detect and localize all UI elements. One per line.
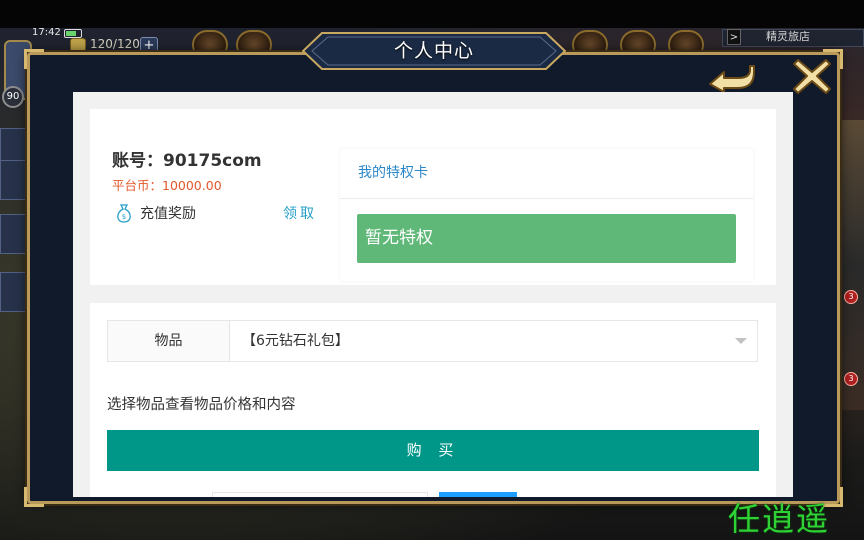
player-level-badge: 90 (2, 86, 24, 108)
notification-badge: 3 (844, 372, 858, 386)
item-select[interactable]: 物品 【6元钻石礼包】 (107, 320, 758, 362)
platform-coins: 平台币：10000.00 (112, 178, 222, 193)
frame-corner (24, 49, 44, 69)
energy-counter: 120/120 (90, 37, 140, 51)
add-energy-button[interactable]: + (140, 37, 158, 53)
account-card: 账号：90175com 平台币：10000.00 $ 充值奖励 领取 我的特权卡… (90, 109, 776, 285)
recharge-reward-row: $ 充值奖励 领取 (112, 202, 332, 224)
close-x-icon (793, 59, 831, 94)
game-screen: 17:42 90 120/120 + > 精灵旅店 3 3 个人中心 账号：90… (0, 0, 864, 540)
partial-action-button[interactable] (439, 492, 517, 497)
svg-text:$: $ (122, 213, 126, 221)
account-label: 账号： (112, 151, 163, 171)
spirit-shop-arrow-icon[interactable]: > (727, 29, 741, 45)
account-info: 账号：90175com (112, 146, 262, 171)
divider (340, 198, 753, 199)
claim-reward-link[interactable]: 领取 (283, 203, 317, 223)
dialog-title-plate: 个人中心 (302, 32, 566, 70)
no-privilege-notice: 暂无特权 (357, 214, 736, 263)
frame-corner (24, 487, 44, 507)
item-hint-text: 选择物品查看物品价格和内容 (107, 397, 296, 413)
battery-icon (64, 29, 82, 38)
privilege-card-title: 我的特权卡 (358, 165, 428, 181)
account-value: 90175com (163, 151, 262, 171)
close-button[interactable] (792, 56, 832, 96)
item-select-label: 物品 (108, 321, 230, 361)
dialog-title: 个人中心 (393, 40, 474, 62)
content-panel: 账号：90175com 平台币：10000.00 $ 充值奖励 领取 我的特权卡… (73, 92, 793, 497)
energy-icon (70, 38, 86, 52)
partial-input-field[interactable] (212, 492, 428, 497)
back-arrow-icon (709, 65, 755, 93)
money-bag-icon: $ (117, 204, 131, 223)
item-select-value[interactable]: 【6元钻石礼包】 (230, 321, 757, 361)
buy-button[interactable]: 购 买 (107, 430, 759, 471)
purchase-card: 物品 【6元钻石礼包】 选择物品查看物品价格和内容 购 买 (90, 303, 776, 497)
battery-fill (66, 31, 76, 36)
recharge-reward-label: 充值奖励 (140, 206, 196, 222)
right-side-scenery (836, 120, 864, 410)
spirit-shop-label: 精灵旅店 (766, 30, 810, 43)
watermark-logo: 任逍遥 (728, 500, 831, 538)
status-time: 17:42 (32, 27, 61, 38)
notification-badge: 3 (844, 290, 858, 304)
status-bar (0, 0, 864, 28)
back-button[interactable] (704, 62, 756, 94)
privilege-card: 我的特权卡 暂无特权 (340, 149, 753, 281)
chevron-down-icon[interactable] (735, 338, 747, 344)
